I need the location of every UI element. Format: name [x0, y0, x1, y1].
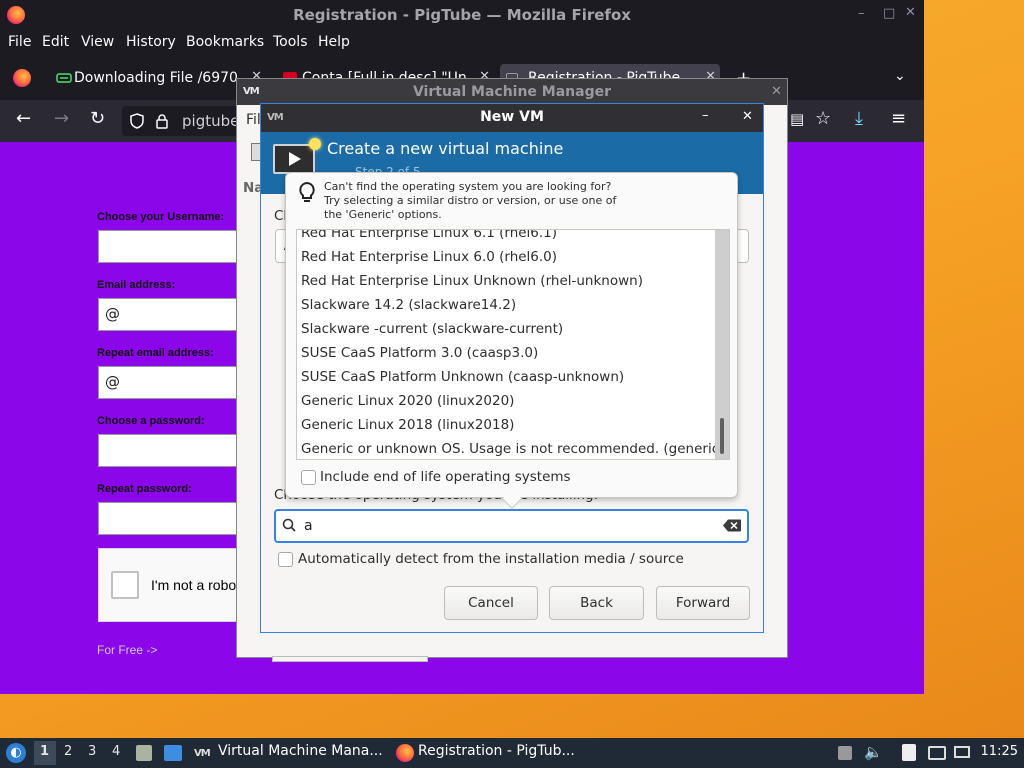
- file-manager-icon[interactable]: [136, 745, 152, 761]
- minimize-icon[interactable]: –: [858, 6, 865, 21]
- email-input[interactable]: @: [98, 298, 248, 331]
- tray-app-icon[interactable]: [838, 746, 852, 760]
- os-list-item[interactable]: SUSE CaaS Platform 3.0 (caasp3.0): [301, 341, 538, 365]
- workspace-3[interactable]: 3: [88, 744, 96, 759]
- recaptcha-checkbox[interactable]: [111, 571, 139, 599]
- reader-view-icon[interactable]: ▤: [790, 110, 804, 128]
- task-firefox[interactable]: Registration - PigTub...: [418, 743, 575, 759]
- vmm-status-bar: [272, 656, 428, 662]
- forward-arrow-icon[interactable]: →: [54, 110, 69, 128]
- os-list-item[interactable]: Slackware -current (slackware-current): [301, 317, 563, 341]
- back-button[interactable]: Back: [549, 586, 644, 620]
- vmm-menu-file[interactable]: Fil: [246, 112, 261, 128]
- vmm-title: Virtual Machine Manager: [412, 84, 612, 100]
- os-hint-text: Can't find the operating system you are …: [324, 180, 617, 221]
- minimize-icon[interactable]: –: [702, 108, 709, 123]
- repeat-password-label: Repeat password:: [97, 483, 192, 495]
- menu-file[interactable]: File: [8, 34, 31, 50]
- os-list[interactable]: Red Hat Enterprise Linux 6.1 (rhel6.1) R…: [296, 229, 730, 460]
- workspace-1[interactable]: 1: [40, 744, 49, 759]
- menu-tools[interactable]: Tools: [273, 34, 308, 50]
- password-label: Choose a password:: [97, 415, 205, 427]
- repeat-email-input[interactable]: @: [98, 366, 248, 399]
- start-menu-icon[interactable]: ◐: [6, 743, 26, 763]
- vm-play-icon: [273, 138, 321, 174]
- network-icon[interactable]: [954, 746, 970, 758]
- eol-checkbox[interactable]: [301, 470, 316, 485]
- repeat-email-label: Repeat email address:: [97, 347, 214, 359]
- search-icon: [282, 518, 296, 532]
- download-tab-icon: [56, 73, 72, 83]
- clear-text-icon[interactable]: [723, 519, 741, 532]
- menu-edit[interactable]: Edit: [42, 34, 69, 50]
- os-popover: Can't find the operating system you are …: [285, 172, 738, 509]
- display-icon[interactable]: [928, 746, 946, 760]
- os-list-item[interactable]: Generic Linux 2020 (linux2020): [301, 389, 514, 413]
- url-text: pigtube: [182, 112, 240, 130]
- os-list-item[interactable]: Red Hat Enterprise Linux 6.0 (rhel6.0): [301, 245, 557, 269]
- cancel-button[interactable]: Cancel: [444, 586, 538, 620]
- menu-bookmarks[interactable]: Bookmarks: [186, 34, 264, 50]
- show-desktop-icon[interactable]: [164, 745, 182, 761]
- os-list-item[interactable]: Red Hat Enterprise Linux 6.1 (rhel6.1): [301, 230, 557, 245]
- vmm-close-icon[interactable]: ✕: [771, 84, 782, 99]
- username-label: Choose your Username:: [97, 211, 225, 223]
- new-vm-title: New VM: [480, 109, 544, 125]
- auto-detect-checkbox[interactable]: [278, 552, 293, 567]
- window-title: Registration - PigTube — Mozilla Firefox: [293, 6, 631, 24]
- menu-help[interactable]: Help: [318, 34, 350, 50]
- new-vm-titlebar[interactable]: VM New VM – ✕: [261, 104, 763, 132]
- volume-icon[interactable]: 🔈: [864, 743, 883, 761]
- os-search-field[interactable]: [274, 509, 749, 543]
- clock: 11:25: [980, 744, 1018, 759]
- os-list-item[interactable]: Red Hat Enterprise Linux Unknown (rhel-u…: [301, 269, 643, 293]
- vmm-titlebar[interactable]: VM Virtual Machine Manager ✕: [237, 79, 787, 105]
- firefox-view-icon[interactable]: [13, 69, 31, 87]
- os-list-item[interactable]: SUSE CaaS Platform Unknown (caasp-unknow…: [301, 365, 624, 389]
- firefox-task-icon: [396, 744, 414, 762]
- lightbulb-icon: [299, 181, 315, 202]
- lock-icon: [156, 114, 168, 129]
- close-icon[interactable]: ✕: [905, 5, 916, 20]
- firefox-titlebar[interactable]: Registration - PigTube — Mozilla Firefox…: [0, 0, 924, 30]
- vmm-task-icon: VM: [194, 748, 211, 759]
- email-label: Email address:: [97, 279, 176, 291]
- username-input[interactable]: [98, 230, 248, 263]
- forward-button[interactable]: Forward: [656, 586, 750, 620]
- task-vmm[interactable]: Virtual Machine Mana...: [218, 743, 383, 759]
- os-list-item[interactable]: Generic Linux 2018 (linux2018): [301, 413, 514, 437]
- downloads-icon[interactable]: ⤓: [855, 110, 863, 128]
- for-free-link[interactable]: For Free ->: [97, 643, 157, 657]
- banner-heading: Create a new virtual machine: [327, 139, 564, 158]
- workspace-2[interactable]: 2: [64, 744, 72, 759]
- scrollbar-thumb[interactable]: [720, 418, 724, 454]
- shield-icon: [130, 113, 144, 129]
- tab-label: Downloading File /6970: [74, 70, 238, 86]
- menu-history[interactable]: History: [126, 34, 176, 50]
- menu-view[interactable]: View: [81, 34, 114, 50]
- repeat-password-input[interactable]: [98, 502, 248, 535]
- workspace-4[interactable]: 4: [112, 744, 120, 759]
- firefox-menubar: File Edit View History Bookmarks Tools H…: [0, 30, 924, 56]
- taskbar: ◐ 1 2 3 4 VM Virtual Machine Mana... Reg…: [0, 738, 1024, 768]
- eol-label: Include end of life operating systems: [320, 469, 571, 485]
- auto-detect-label: Automatically detect from the installati…: [298, 551, 684, 567]
- os-search-input[interactable]: [304, 516, 704, 536]
- bookmark-star-icon[interactable]: ☆: [815, 110, 831, 128]
- close-icon[interactable]: ✕: [742, 109, 753, 124]
- password-input[interactable]: [98, 434, 248, 467]
- reload-icon[interactable]: ↻: [90, 110, 105, 128]
- recaptcha-label: I'm not a robot: [151, 577, 241, 593]
- os-list-item[interactable]: Slackware 14.2 (slackware14.2): [301, 293, 516, 317]
- os-list-item[interactable]: Generic or unknown OS. Usage is not reco…: [301, 437, 724, 459]
- tab-downloading[interactable]: Downloading File /6970 ✕: [52, 64, 264, 94]
- clipboard-icon[interactable]: [902, 744, 916, 761]
- recaptcha-box: I'm not a robot: [98, 548, 248, 622]
- hamburger-menu-icon[interactable]: ≡: [891, 110, 906, 128]
- maximize-icon[interactable]: □: [883, 6, 895, 21]
- back-arrow-icon[interactable]: ←: [16, 110, 31, 128]
- chevron-down-icon[interactable]: ⌄: [894, 68, 906, 84]
- os-list-scrollbar[interactable]: [715, 230, 729, 459]
